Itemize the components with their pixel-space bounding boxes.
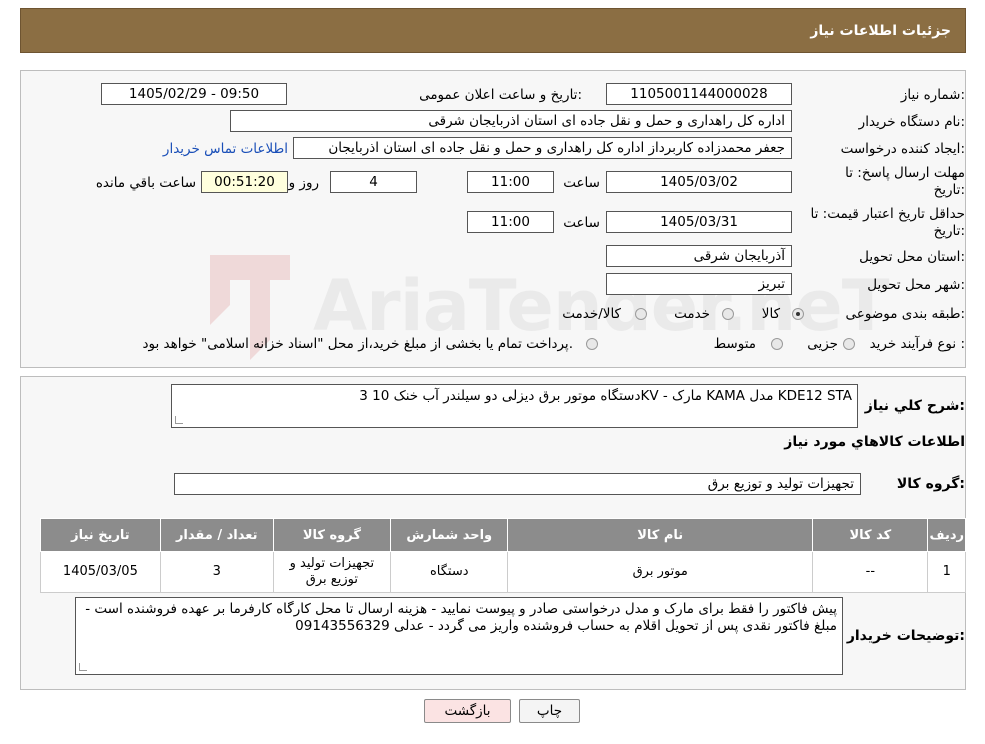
col-item-name: نام کالا	[507, 518, 814, 552]
col-row-number: رديف	[927, 518, 966, 552]
col-quantity: تعداد / مقدار	[159, 518, 274, 552]
page-title: جزئیات اطلاعات نیاز	[810, 23, 951, 39]
process-note: پرداخت تمام یا بخشی از مبلغ خرید،از محل …	[142, 336, 573, 352]
deadline-time-field: 11:00	[467, 171, 554, 193]
col-item-group: گروه کالا	[272, 518, 392, 552]
deadline-label-line2: تاریخ:	[933, 182, 965, 198]
deadline-label: مهلت ارسال پاسخ: تا	[845, 165, 965, 181]
category-radio-service[interactable]	[722, 308, 734, 320]
cell-item-name: موتور برق	[507, 551, 814, 593]
buyer-notes-label: توضيحات خريدار:	[846, 628, 965, 644]
process-radio-treasury[interactable]	[586, 338, 598, 350]
buyer-notes-field: پیش فاکتور را فقط برای مارک و مدل درخواس…	[75, 597, 843, 675]
col-unit: واحد شمارش	[390, 518, 509, 552]
goods-table: رديف کد کالا نام کالا واحد شمارش گروه کا…	[40, 518, 966, 593]
announce-datetime-field: 1405/02/29 - 09:50	[101, 83, 287, 105]
delivery-city-field: تبریز	[606, 273, 792, 295]
table-row: 1 -- موتور برق دستگاه تجهیزات تولید و تو…	[40, 551, 966, 593]
goods-table-header: رديف کد کالا نام کالا واحد شمارش گروه کا…	[40, 518, 966, 552]
process-radio-medium[interactable]	[771, 338, 783, 350]
need-number-label: شماره نیاز:	[900, 87, 965, 103]
category-radio-goods-service[interactable]	[635, 308, 647, 320]
page-header: جزئیات اطلاعات نیاز	[20, 8, 966, 53]
general-description-text: 3 دستگاه موتور برق دیزلی دو سیلندر آب خن…	[359, 388, 852, 404]
resize-grip-icon[interactable]	[175, 416, 183, 424]
cell-item-code: --	[812, 551, 929, 593]
back-button[interactable]: بازگشت	[424, 699, 511, 723]
process-type-label: نوع فرآیند خرید :	[869, 336, 965, 352]
process-option-medium: متوسط	[713, 336, 756, 352]
category-option-service: خدمت	[674, 306, 710, 322]
delivery-province-label: استان محل تحویل:	[859, 249, 965, 265]
price-validity-time-label: ساعت	[563, 215, 600, 231]
cell-quantity: 3	[159, 551, 274, 593]
delivery-city-label: شهر محل تحویل:	[867, 277, 965, 293]
general-description-field: 3 دستگاه موتور برق دیزلی دو سیلندر آب خن…	[171, 384, 858, 428]
buyer-org-label: نام دستگاه خریدار:	[858, 114, 965, 130]
announce-datetime-label: تاریخ و ساعت اعلان عمومی:	[419, 87, 582, 103]
cell-unit: دستگاه	[390, 551, 509, 593]
col-item-code: کد کالا	[812, 518, 929, 552]
buyer-contact-link[interactable]: اطلاعات تماس خریدار	[163, 141, 288, 157]
remaining-time-label: ساعت باقي مانده	[95, 175, 196, 191]
price-validity-label: حداقل تاريخ اعتبار قيمت: تا	[810, 206, 965, 222]
category-option-goods-service: کالا/خدمت	[562, 306, 621, 322]
deadline-time-label: ساعت	[563, 175, 600, 191]
cell-need-date: 1405/03/05	[40, 551, 161, 593]
buyer-org-field: اداره کل راهداری و حمل و نقل جاده ای است…	[230, 110, 792, 132]
general-description-label: شرح کلي نياز:	[864, 398, 965, 414]
resize-grip-icon[interactable]	[79, 663, 87, 671]
goods-info-title: اطلاعات کالاهاي مورد نياز	[784, 434, 965, 450]
goods-group-label: گروه کالا:	[896, 476, 965, 492]
deadline-date-field: 1405/03/02	[606, 171, 792, 193]
process-radio-minor[interactable]	[843, 338, 855, 350]
price-validity-date-field: 1405/03/31	[606, 211, 792, 233]
buyer-notes-text: پیش فاکتور را فقط برای مارک و مدل درخواس…	[85, 601, 837, 634]
cell-row-number: 1	[927, 551, 966, 593]
delivery-province-field: آذربایجان شرقی	[606, 245, 792, 267]
price-validity-label-line2: تاريخ:	[933, 223, 965, 239]
goods-group-field: تجهیزات تولید و توزیع برق	[174, 473, 861, 495]
process-option-minor: جزیی	[807, 336, 838, 352]
cell-item-group: تجهیزات تولید و توزیع برق	[272, 551, 392, 593]
category-label: طبقه بندی موضوعی:	[845, 306, 965, 322]
category-radio-goods[interactable]	[792, 308, 804, 320]
days-label: روز و	[288, 175, 319, 191]
print-button[interactable]: چاپ	[519, 699, 580, 723]
price-validity-time-field: 11:00	[467, 211, 554, 233]
remaining-days-field: 4	[330, 171, 417, 193]
need-number-field: 1105001144000028	[606, 83, 792, 105]
creator-label: ایجاد کننده درخواست:	[840, 141, 965, 157]
col-need-date: تاريخ نياز	[40, 518, 161, 552]
remaining-time-field: 00:51:20	[201, 171, 288, 193]
creator-field: جعفر محمدزاده کاربرداز اداره کل راهداری …	[293, 137, 792, 159]
category-option-goods: کالا	[761, 306, 780, 322]
